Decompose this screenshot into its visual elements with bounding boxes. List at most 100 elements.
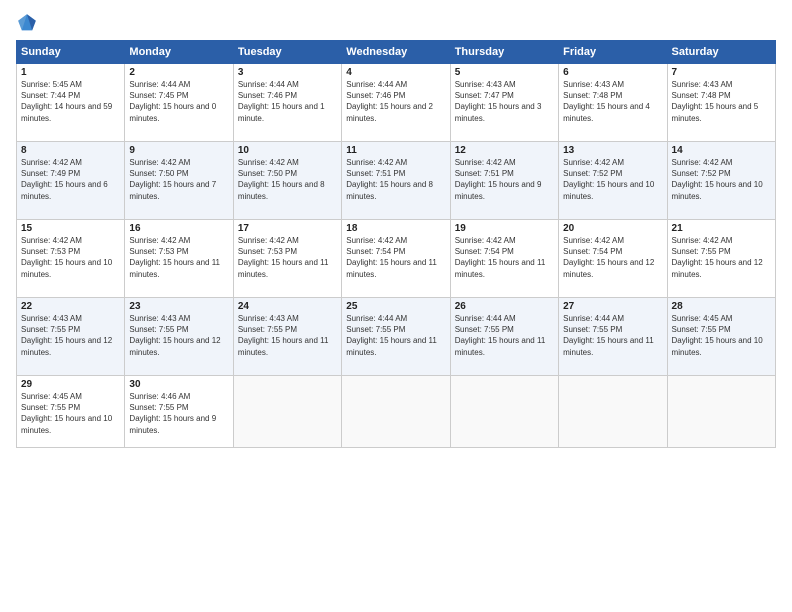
header-sunday: Sunday xyxy=(17,41,125,64)
day-number: 16 xyxy=(129,223,228,234)
header xyxy=(16,12,776,34)
day-number: 21 xyxy=(672,223,771,234)
calendar-cell: 2Sunrise: 4:44 AMSunset: 7:45 PMDaylight… xyxy=(125,64,233,142)
day-number: 20 xyxy=(563,223,662,234)
day-info: Sunrise: 4:42 AMSunset: 7:50 PMDaylight:… xyxy=(238,157,337,202)
day-number: 19 xyxy=(455,223,554,234)
calendar-cell: 9Sunrise: 4:42 AMSunset: 7:50 PMDaylight… xyxy=(125,142,233,220)
day-info: Sunrise: 4:43 AMSunset: 7:47 PMDaylight:… xyxy=(455,79,554,124)
day-number: 5 xyxy=(455,67,554,78)
calendar-cell: 23Sunrise: 4:43 AMSunset: 7:55 PMDayligh… xyxy=(125,298,233,376)
calendar-cell: 20Sunrise: 4:42 AMSunset: 7:54 PMDayligh… xyxy=(559,220,667,298)
calendar-cell xyxy=(450,376,558,448)
page: SundayMondayTuesdayWednesdayThursdayFrid… xyxy=(0,0,792,612)
calendar-cell xyxy=(559,376,667,448)
calendar-cell xyxy=(342,376,450,448)
day-number: 25 xyxy=(346,301,445,312)
day-info: Sunrise: 4:44 AMSunset: 7:46 PMDaylight:… xyxy=(346,79,445,124)
day-number: 11 xyxy=(346,145,445,156)
header-thursday: Thursday xyxy=(450,41,558,64)
calendar-cell: 15Sunrise: 4:42 AMSunset: 7:53 PMDayligh… xyxy=(17,220,125,298)
day-number: 12 xyxy=(455,145,554,156)
day-number: 3 xyxy=(238,67,337,78)
calendar-cell: 25Sunrise: 4:44 AMSunset: 7:55 PMDayligh… xyxy=(342,298,450,376)
day-number: 1 xyxy=(21,67,120,78)
calendar-cell: 6Sunrise: 4:43 AMSunset: 7:48 PMDaylight… xyxy=(559,64,667,142)
day-info: Sunrise: 5:45 AMSunset: 7:44 PMDaylight:… xyxy=(21,79,120,124)
day-number: 26 xyxy=(455,301,554,312)
day-number: 23 xyxy=(129,301,228,312)
day-info: Sunrise: 4:42 AMSunset: 7:51 PMDaylight:… xyxy=(346,157,445,202)
day-number: 14 xyxy=(672,145,771,156)
calendar-cell xyxy=(233,376,341,448)
calendar-cell: 14Sunrise: 4:42 AMSunset: 7:52 PMDayligh… xyxy=(667,142,775,220)
day-number: 13 xyxy=(563,145,662,156)
week-row-2: 8Sunrise: 4:42 AMSunset: 7:49 PMDaylight… xyxy=(17,142,776,220)
day-number: 18 xyxy=(346,223,445,234)
logo-icon xyxy=(16,12,38,34)
calendar-cell: 7Sunrise: 4:43 AMSunset: 7:48 PMDaylight… xyxy=(667,64,775,142)
week-row-3: 15Sunrise: 4:42 AMSunset: 7:53 PMDayligh… xyxy=(17,220,776,298)
day-info: Sunrise: 4:42 AMSunset: 7:54 PMDaylight:… xyxy=(563,235,662,280)
calendar-cell xyxy=(667,376,775,448)
day-number: 29 xyxy=(21,379,120,390)
header-tuesday: Tuesday xyxy=(233,41,341,64)
day-info: Sunrise: 4:42 AMSunset: 7:53 PMDaylight:… xyxy=(129,235,228,280)
calendar: SundayMondayTuesdayWednesdayThursdayFrid… xyxy=(16,40,776,448)
day-info: Sunrise: 4:44 AMSunset: 7:46 PMDaylight:… xyxy=(238,79,337,124)
calendar-cell: 30Sunrise: 4:46 AMSunset: 7:55 PMDayligh… xyxy=(125,376,233,448)
day-number: 4 xyxy=(346,67,445,78)
calendar-cell: 29Sunrise: 4:45 AMSunset: 7:55 PMDayligh… xyxy=(17,376,125,448)
header-saturday: Saturday xyxy=(667,41,775,64)
calendar-cell: 5Sunrise: 4:43 AMSunset: 7:47 PMDaylight… xyxy=(450,64,558,142)
day-number: 10 xyxy=(238,145,337,156)
header-friday: Friday xyxy=(559,41,667,64)
day-info: Sunrise: 4:42 AMSunset: 7:54 PMDaylight:… xyxy=(455,235,554,280)
calendar-cell: 1Sunrise: 5:45 AMSunset: 7:44 PMDaylight… xyxy=(17,64,125,142)
week-row-5: 29Sunrise: 4:45 AMSunset: 7:55 PMDayligh… xyxy=(17,376,776,448)
day-number: 17 xyxy=(238,223,337,234)
calendar-cell: 12Sunrise: 4:42 AMSunset: 7:51 PMDayligh… xyxy=(450,142,558,220)
day-info: Sunrise: 4:45 AMSunset: 7:55 PMDaylight:… xyxy=(672,313,771,358)
week-row-4: 22Sunrise: 4:43 AMSunset: 7:55 PMDayligh… xyxy=(17,298,776,376)
week-row-1: 1Sunrise: 5:45 AMSunset: 7:44 PMDaylight… xyxy=(17,64,776,142)
day-info: Sunrise: 4:44 AMSunset: 7:55 PMDaylight:… xyxy=(563,313,662,358)
calendar-cell: 10Sunrise: 4:42 AMSunset: 7:50 PMDayligh… xyxy=(233,142,341,220)
calendar-cell: 21Sunrise: 4:42 AMSunset: 7:55 PMDayligh… xyxy=(667,220,775,298)
day-number: 7 xyxy=(672,67,771,78)
calendar-cell: 17Sunrise: 4:42 AMSunset: 7:53 PMDayligh… xyxy=(233,220,341,298)
calendar-cell: 16Sunrise: 4:42 AMSunset: 7:53 PMDayligh… xyxy=(125,220,233,298)
calendar-cell: 13Sunrise: 4:42 AMSunset: 7:52 PMDayligh… xyxy=(559,142,667,220)
calendar-cell: 8Sunrise: 4:42 AMSunset: 7:49 PMDaylight… xyxy=(17,142,125,220)
day-number: 15 xyxy=(21,223,120,234)
day-info: Sunrise: 4:43 AMSunset: 7:55 PMDaylight:… xyxy=(21,313,120,358)
calendar-cell: 27Sunrise: 4:44 AMSunset: 7:55 PMDayligh… xyxy=(559,298,667,376)
day-info: Sunrise: 4:42 AMSunset: 7:52 PMDaylight:… xyxy=(672,157,771,202)
day-number: 8 xyxy=(21,145,120,156)
day-info: Sunrise: 4:42 AMSunset: 7:51 PMDaylight:… xyxy=(455,157,554,202)
header-monday: Monday xyxy=(125,41,233,64)
day-info: Sunrise: 4:46 AMSunset: 7:55 PMDaylight:… xyxy=(129,391,228,436)
calendar-cell: 4Sunrise: 4:44 AMSunset: 7:46 PMDaylight… xyxy=(342,64,450,142)
day-info: Sunrise: 4:42 AMSunset: 7:49 PMDaylight:… xyxy=(21,157,120,202)
calendar-cell: 22Sunrise: 4:43 AMSunset: 7:55 PMDayligh… xyxy=(17,298,125,376)
day-info: Sunrise: 4:42 AMSunset: 7:53 PMDaylight:… xyxy=(238,235,337,280)
day-info: Sunrise: 4:42 AMSunset: 7:53 PMDaylight:… xyxy=(21,235,120,280)
day-info: Sunrise: 4:42 AMSunset: 7:54 PMDaylight:… xyxy=(346,235,445,280)
day-number: 27 xyxy=(563,301,662,312)
day-info: Sunrise: 4:42 AMSunset: 7:50 PMDaylight:… xyxy=(129,157,228,202)
calendar-header-row: SundayMondayTuesdayWednesdayThursdayFrid… xyxy=(17,41,776,64)
day-number: 30 xyxy=(129,379,228,390)
calendar-cell: 28Sunrise: 4:45 AMSunset: 7:55 PMDayligh… xyxy=(667,298,775,376)
day-info: Sunrise: 4:42 AMSunset: 7:55 PMDaylight:… xyxy=(672,235,771,280)
header-wednesday: Wednesday xyxy=(342,41,450,64)
calendar-cell: 18Sunrise: 4:42 AMSunset: 7:54 PMDayligh… xyxy=(342,220,450,298)
calendar-cell: 3Sunrise: 4:44 AMSunset: 7:46 PMDaylight… xyxy=(233,64,341,142)
day-number: 22 xyxy=(21,301,120,312)
calendar-cell: 11Sunrise: 4:42 AMSunset: 7:51 PMDayligh… xyxy=(342,142,450,220)
day-info: Sunrise: 4:43 AMSunset: 7:55 PMDaylight:… xyxy=(238,313,337,358)
day-info: Sunrise: 4:44 AMSunset: 7:55 PMDaylight:… xyxy=(346,313,445,358)
logo xyxy=(16,12,42,34)
day-number: 24 xyxy=(238,301,337,312)
day-info: Sunrise: 4:44 AMSunset: 7:45 PMDaylight:… xyxy=(129,79,228,124)
